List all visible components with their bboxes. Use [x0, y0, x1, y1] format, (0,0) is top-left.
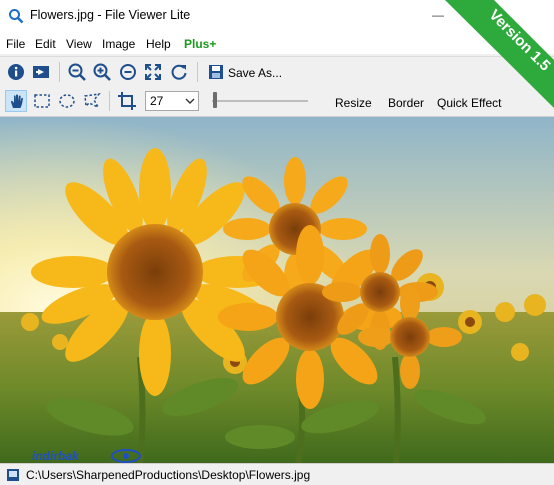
- window-title: Flowers.jpg - File Viewer Lite: [30, 8, 191, 22]
- border-button[interactable]: Border: [388, 96, 424, 110]
- toolbar-separator: [109, 91, 110, 111]
- file-path: C:\Users\SharpenedProductions\Desktop\Fl…: [26, 468, 311, 482]
- zoom-reset-icon[interactable]: [117, 61, 139, 83]
- rotate-icon[interactable]: [168, 61, 190, 83]
- minimize-button[interactable]: —: [428, 8, 448, 22]
- info-icon[interactable]: [5, 61, 27, 83]
- indirbak-watermark-logo: indirbak: [32, 449, 144, 463]
- crop-icon[interactable]: [116, 90, 138, 112]
- title-bar: Flowers.jpg - File Viewer Lite — ☐: [0, 0, 554, 32]
- menu-view[interactable]: View: [66, 37, 92, 51]
- menu-help[interactable]: Help: [146, 37, 171, 51]
- lasso-select-icon[interactable]: [81, 90, 103, 112]
- maximize-button[interactable]: ☐: [462, 8, 482, 22]
- svg-text:indirbak: indirbak: [32, 449, 80, 463]
- save-icon[interactable]: [205, 61, 227, 83]
- menu-edit[interactable]: Edit: [35, 37, 56, 51]
- size-slider-handle[interactable]: [213, 92, 217, 108]
- status-bar: C:\Users\SharpenedProductions\Desktop\Fl…: [0, 463, 554, 485]
- chevron-down-icon: [185, 98, 195, 104]
- fit-screen-icon[interactable]: [142, 61, 164, 83]
- menu-bar: File Edit View Image Help Plus+: [0, 32, 554, 54]
- image-canvas[interactable]: [0, 117, 554, 463]
- brush-size-select[interactable]: 27: [145, 91, 199, 111]
- rectangle-select-icon[interactable]: [31, 90, 53, 112]
- save-as-button[interactable]: Save As...: [228, 66, 282, 80]
- zoom-out-icon[interactable]: [66, 61, 88, 83]
- sunflower-photo: [0, 117, 554, 463]
- main-toolbar: Save As...: [0, 56, 554, 87]
- toolbar-separator: [59, 62, 60, 82]
- toolbar-separator: [197, 62, 198, 82]
- resize-button[interactable]: Resize: [335, 96, 372, 110]
- menu-image[interactable]: Image: [102, 37, 135, 51]
- brush-size-value: 27: [150, 94, 164, 108]
- hand-tool-icon[interactable]: [5, 90, 27, 112]
- zoom-in-icon[interactable]: [91, 61, 113, 83]
- menu-file[interactable]: File: [6, 37, 25, 51]
- open-next-icon[interactable]: [30, 61, 52, 83]
- image-file-icon: [6, 468, 20, 482]
- ellipse-select-icon[interactable]: [56, 90, 78, 112]
- app-logo-icon: [8, 8, 24, 24]
- size-slider-track[interactable]: [212, 100, 308, 102]
- menu-plus[interactable]: Plus+: [184, 37, 216, 51]
- quick-effect-button[interactable]: Quick Effect: [437, 96, 501, 110]
- app-window: Flowers.jpg - File Viewer Lite — ☐ File …: [0, 0, 554, 485]
